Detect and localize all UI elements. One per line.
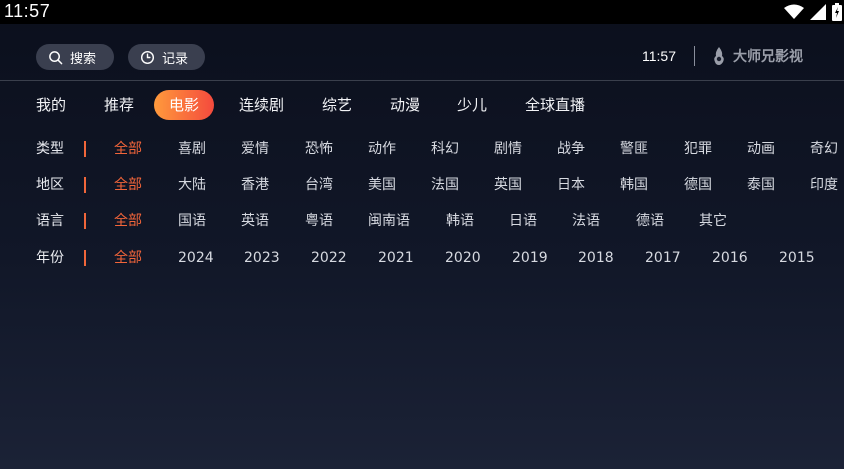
filter-label: 地区 bbox=[36, 177, 64, 193]
filter-row-year: 年份 全部 2024 2023 2022 2021 2020 2019 2018… bbox=[0, 247, 844, 269]
tab-anime[interactable]: 动漫 bbox=[390, 90, 420, 120]
filter-label: 类型 bbox=[36, 141, 64, 157]
filter-option[interactable]: 日语 bbox=[509, 210, 537, 232]
filter-row-language: 语言 全部 国语 英语 粤语 闽南语 韩语 日语 法语 德语 其它 bbox=[0, 210, 844, 232]
wifi-icon bbox=[784, 4, 804, 19]
filter-indicator bbox=[84, 213, 86, 229]
filter-option[interactable]: 剧情 bbox=[494, 138, 522, 160]
header-clock: 11:57 bbox=[642, 48, 676, 64]
filter-option[interactable]: 其它 bbox=[699, 210, 727, 232]
history-label: 记录 bbox=[162, 51, 189, 67]
filter-option[interactable]: 韩语 bbox=[446, 210, 474, 232]
filter-option[interactable]: 警匪 bbox=[620, 138, 648, 160]
filter-option[interactable]: 2015 bbox=[779, 247, 815, 269]
history-button[interactable]: 记录 bbox=[128, 44, 205, 70]
status-bar: 11:57 bbox=[0, 0, 844, 24]
header-separator bbox=[694, 46, 695, 66]
filter-option[interactable]: 喜剧 bbox=[178, 138, 206, 160]
filter-option[interactable]: 动作 bbox=[368, 138, 396, 160]
search-label: 搜索 bbox=[70, 51, 97, 67]
brand-logo-icon bbox=[714, 47, 724, 65]
filter-option[interactable]: 印度 bbox=[810, 174, 838, 196]
filter-option[interactable]: 英语 bbox=[241, 210, 269, 232]
filter-option[interactable]: 战争 bbox=[557, 138, 585, 160]
filter-option[interactable]: 全部 bbox=[114, 247, 142, 269]
filter-option[interactable]: 2016 bbox=[712, 247, 748, 269]
filter-option[interactable]: 泰国 bbox=[747, 174, 775, 196]
filter-option[interactable]: 2020 bbox=[445, 247, 481, 269]
filter-option[interactable]: 动画 bbox=[747, 138, 775, 160]
filter-option[interactable]: 德语 bbox=[636, 210, 664, 232]
brand: 大师兄影视 bbox=[711, 46, 803, 66]
filter-option[interactable]: 美国 bbox=[368, 174, 396, 196]
tab-live[interactable]: 全球直播 bbox=[525, 90, 585, 120]
search-icon bbox=[49, 50, 63, 64]
filter-option[interactable]: 粤语 bbox=[305, 210, 333, 232]
app-header: 搜索 记录 11:57 大师兄影视 bbox=[0, 24, 844, 80]
tab-mine[interactable]: 我的 bbox=[36, 90, 66, 120]
header-divider bbox=[0, 80, 844, 81]
filter-indicator bbox=[84, 141, 86, 157]
signal-icon bbox=[810, 4, 826, 20]
filter-option[interactable]: 2021 bbox=[378, 247, 414, 269]
filter-option[interactable]: 2023 bbox=[244, 247, 280, 269]
filter-option[interactable]: 全部 bbox=[114, 138, 142, 160]
tab-series[interactable]: 连续剧 bbox=[239, 90, 284, 120]
filter-option[interactable]: 英国 bbox=[494, 174, 522, 196]
filter-indicator bbox=[84, 177, 86, 193]
filter-option[interactable]: 法语 bbox=[572, 210, 600, 232]
tab-kids[interactable]: 少儿 bbox=[457, 90, 487, 120]
filter-option[interactable]: 台湾 bbox=[305, 174, 333, 196]
filter-option[interactable]: 犯罪 bbox=[684, 138, 712, 160]
status-time: 11:57 bbox=[4, 1, 51, 21]
filter-option[interactable]: 2024 bbox=[178, 247, 214, 269]
filter-label: 语言 bbox=[36, 213, 64, 229]
filter-option[interactable]: 德国 bbox=[684, 174, 712, 196]
filter-indicator bbox=[84, 250, 86, 266]
status-icons bbox=[784, 3, 842, 21]
filter-option[interactable]: 韩国 bbox=[620, 174, 648, 196]
filter-option[interactable]: 2019 bbox=[512, 247, 548, 269]
filter-option[interactable]: 大陆 bbox=[178, 174, 206, 196]
filter-option[interactable]: 闽南语 bbox=[368, 210, 410, 232]
filter-option[interactable]: 全部 bbox=[114, 174, 142, 196]
filter-option[interactable]: 奇幻 bbox=[810, 138, 838, 160]
category-tabs: 我的 推荐 电影 连续剧 综艺 动漫 少儿 全球直播 bbox=[0, 90, 844, 120]
tab-variety[interactable]: 综艺 bbox=[322, 90, 352, 120]
filter-option[interactable]: 科幻 bbox=[431, 138, 459, 160]
filter-option[interactable]: 2017 bbox=[645, 247, 681, 269]
brand-name: 大师兄影视 bbox=[733, 49, 803, 65]
tab-movie[interactable]: 电影 bbox=[154, 90, 215, 120]
filter-option[interactable]: 2022 bbox=[311, 247, 347, 269]
filter-row-type: 类型 全部 喜剧 爱情 恐怖 动作 科幻 剧情 战争 警匪 犯罪 动画 奇幻 bbox=[0, 138, 844, 160]
filter-option[interactable]: 恐怖 bbox=[305, 138, 333, 160]
search-button[interactable]: 搜索 bbox=[36, 44, 114, 70]
filter-label: 年份 bbox=[36, 250, 64, 266]
filter-row-region: 地区 全部 大陆 香港 台湾 美国 法国 英国 日本 韩国 德国 泰国 印度 bbox=[0, 174, 844, 196]
filter-option[interactable]: 爱情 bbox=[241, 138, 269, 160]
filter-option[interactable]: 法国 bbox=[431, 174, 459, 196]
filter-option[interactable]: 日本 bbox=[557, 174, 585, 196]
filter-option[interactable]: 全部 bbox=[114, 210, 142, 232]
clock-icon bbox=[140, 50, 155, 64]
filter-option[interactable]: 国语 bbox=[178, 210, 206, 232]
battery-icon bbox=[832, 3, 842, 21]
filter-option[interactable]: 2018 bbox=[578, 247, 614, 269]
filter-option[interactable]: 香港 bbox=[241, 174, 269, 196]
tab-recommend[interactable]: 推荐 bbox=[104, 90, 134, 120]
